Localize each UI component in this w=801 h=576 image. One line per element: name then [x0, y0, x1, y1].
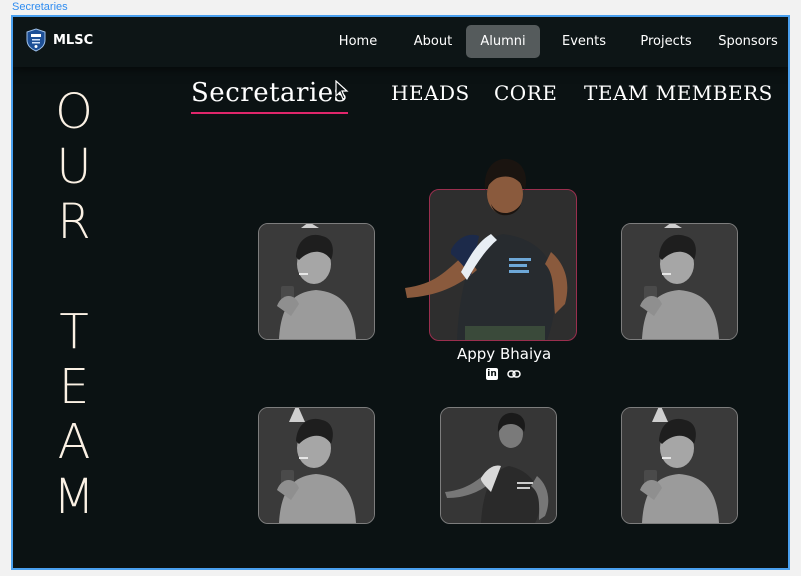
title-letter: O — [55, 84, 93, 140]
member-photo — [622, 224, 737, 339]
member-photo — [259, 408, 374, 523]
tab-team-members[interactable]: TEAM MEMBERS — [584, 81, 773, 105]
frame-label: Secretaries — [12, 1, 68, 13]
title-letter: A — [57, 414, 91, 470]
member-card[interactable] — [440, 407, 557, 524]
member-card[interactable] — [621, 223, 738, 340]
member-card[interactable] — [621, 407, 738, 524]
nav-sponsors[interactable]: Sponsors — [712, 25, 784, 58]
title-letter: M — [53, 469, 95, 525]
title-letter: U — [56, 139, 92, 195]
title-gap — [49, 250, 99, 305]
title-letter: T — [59, 304, 89, 360]
member-photo — [259, 224, 374, 339]
nav-about[interactable]: About — [401, 25, 465, 58]
our-team-title: O U R T E A M — [49, 85, 99, 525]
tab-secretaries[interactable]: Secretaries — [191, 78, 348, 114]
title-letter: E — [58, 359, 90, 415]
nav-home[interactable]: Home — [323, 25, 393, 58]
brand[interactable]: MLSC — [26, 28, 93, 52]
nav-events[interactable]: Events — [549, 25, 619, 58]
member-card[interactable] — [258, 223, 375, 340]
shield-logo-icon — [26, 28, 46, 52]
nav-alumni[interactable]: Alumni — [466, 25, 540, 58]
linkedin-icon[interactable]: in — [486, 368, 498, 380]
featured-member-name: Appy Bhaiya — [457, 345, 552, 363]
mouse-cursor-icon — [335, 80, 349, 100]
nav-projects[interactable]: Projects — [626, 25, 706, 58]
brand-name: MLSC — [53, 32, 94, 48]
featured-member-photo — [405, 158, 576, 340]
member-photo — [441, 408, 556, 523]
title-letter: R — [57, 194, 91, 250]
member-photo — [622, 408, 737, 523]
featured-member-social: in — [486, 368, 521, 380]
tab-heads[interactable]: HEADS — [391, 81, 470, 105]
member-card[interactable] — [258, 407, 375, 524]
tab-core[interactable]: CORE — [494, 81, 557, 105]
navbar: MLSC Home About Alumni Events Projects S… — [13, 17, 788, 67]
featured-member-card[interactable] — [405, 158, 577, 341]
page-frame: MLSC Home About Alumni Events Projects S… — [11, 15, 790, 570]
link-icon[interactable] — [507, 368, 521, 380]
